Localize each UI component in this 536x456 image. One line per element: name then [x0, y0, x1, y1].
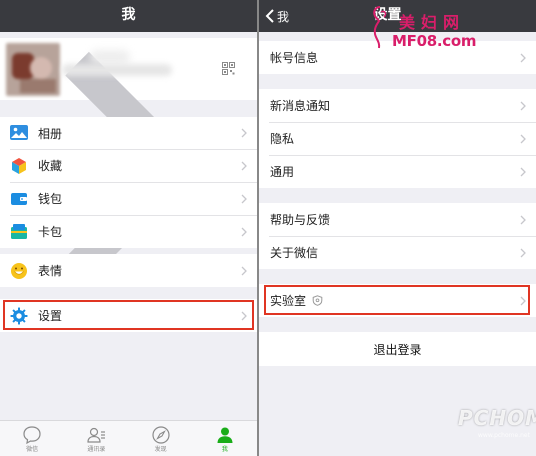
me-person-icon: [217, 427, 233, 443]
qr-code-icon: [222, 62, 235, 75]
settings-gear-icon: [10, 307, 28, 324]
menu-item-cards[interactable]: 卡包: [0, 215, 257, 248]
settings-item-label: 实验室: [270, 294, 307, 308]
watermark-pchome: PCHOME: [458, 406, 536, 430]
chevron-right-icon: [520, 167, 526, 176]
menu-item-label: 设置: [38, 309, 63, 323]
me-group-emoji: 表情: [0, 254, 257, 287]
settings-group-notify: 新消息通知 隐私 通用: [259, 89, 536, 188]
logout-label: 退出登录: [373, 342, 422, 357]
compass-icon: [152, 426, 170, 444]
watermark-pchome-url: www.pchome.net: [478, 432, 530, 439]
bottom-tab-bar: 微信 通讯录 发现 我: [0, 420, 257, 456]
settings-item-new-message-notify[interactable]: 新消息通知: [259, 89, 536, 122]
chevron-right-icon: [520, 215, 526, 224]
settings-group-lab: 实验室: [259, 284, 536, 317]
menu-item-label: 收藏: [38, 159, 63, 173]
photo-album-icon: [10, 125, 28, 140]
chevron-right-icon: [241, 227, 247, 236]
tab-label: 微信: [26, 446, 39, 453]
chevron-right-icon: [241, 161, 247, 170]
tab-label: 通讯录: [87, 446, 106, 453]
menu-item-favorites[interactable]: 收藏: [0, 149, 257, 182]
chat-bubble-icon: [23, 426, 41, 445]
settings-item-label: 帐号信息: [270, 51, 319, 65]
wallet-icon: [11, 192, 27, 205]
menu-item-album[interactable]: 相册: [0, 117, 257, 149]
watermark-url: MF08.com: [392, 32, 477, 50]
settings-item-label: 关于微信: [270, 246, 319, 260]
settings-item-privacy[interactable]: 隐私: [259, 122, 536, 155]
chevron-right-icon: [241, 311, 247, 320]
menu-item-label: 卡包: [38, 225, 63, 239]
me-group-settings: 设置: [0, 299, 257, 332]
settings-item-label: 帮助与反馈: [270, 213, 331, 227]
chevron-right-icon: [241, 194, 247, 203]
contacts-icon: [87, 427, 106, 443]
watermark-figure-icon: [373, 6, 387, 49]
menu-item-emoji[interactable]: 表情: [0, 254, 257, 287]
settings-item-lab[interactable]: 实验室: [259, 284, 536, 317]
tab-chats[interactable]: 微信: [0, 421, 64, 456]
menu-item-settings[interactable]: 设置: [0, 299, 257, 332]
favorites-cube-icon: [12, 157, 26, 174]
chevron-right-icon: [520, 296, 526, 305]
me-screen: 我 相册 收藏 钱包 卡包 表情 设置 微信 通讯录 发现 我: [0, 0, 257, 456]
settings-screen: 我 设置 帐号信息 新消息通知 隐私 通用 帮助与反馈 关于微信 实验室 退出登…: [259, 0, 536, 456]
shield-badge-icon: [312, 295, 323, 306]
menu-item-label: 钱包: [38, 192, 63, 206]
chevron-right-icon: [241, 128, 247, 138]
profile-name-blurred: [90, 50, 130, 64]
me-navbar: 我: [0, 0, 257, 32]
emoji-icon: [11, 262, 27, 279]
menu-item-label: 表情: [38, 264, 63, 278]
settings-group-help: 帮助与反馈 关于微信: [259, 203, 536, 269]
settings-item-label: 新消息通知: [270, 99, 331, 113]
logout-button[interactable]: 退出登录: [259, 332, 536, 366]
chevron-right-icon: [520, 134, 526, 143]
me-title: 我: [121, 7, 136, 23]
settings-item-label: 隐私: [270, 132, 295, 146]
card-pack-icon: [11, 223, 27, 239]
avatar: [6, 43, 60, 96]
chevron-right-icon: [520, 248, 526, 257]
settings-title: 设置: [373, 7, 402, 23]
settings-item-general[interactable]: 通用: [259, 155, 536, 188]
chevron-right-icon: [520, 101, 526, 110]
tab-me[interactable]: 我: [193, 421, 257, 456]
me-group-main: 相册 收藏 钱包 卡包: [0, 117, 257, 248]
settings-item-label: 通用: [270, 165, 295, 179]
tab-discover[interactable]: 发现: [129, 421, 193, 456]
menu-item-label: 相册: [38, 126, 63, 141]
tab-contacts[interactable]: 通讯录: [64, 421, 128, 456]
settings-item-about-wechat[interactable]: 关于微信: [259, 236, 536, 269]
tab-label: 我: [221, 446, 228, 453]
tab-label: 发现: [154, 446, 167, 453]
menu-item-wallet[interactable]: 钱包: [0, 182, 257, 215]
chevron-right-icon: [520, 53, 526, 62]
settings-item-help-feedback[interactable]: 帮助与反馈: [259, 203, 536, 236]
settings-navbar: 我 设置: [259, 0, 536, 32]
chevron-right-icon: [241, 266, 247, 275]
profile-id-blurred: [62, 64, 172, 76]
watermark-brand: 美妇网: [399, 13, 466, 32]
profile-card[interactable]: [0, 38, 257, 282]
